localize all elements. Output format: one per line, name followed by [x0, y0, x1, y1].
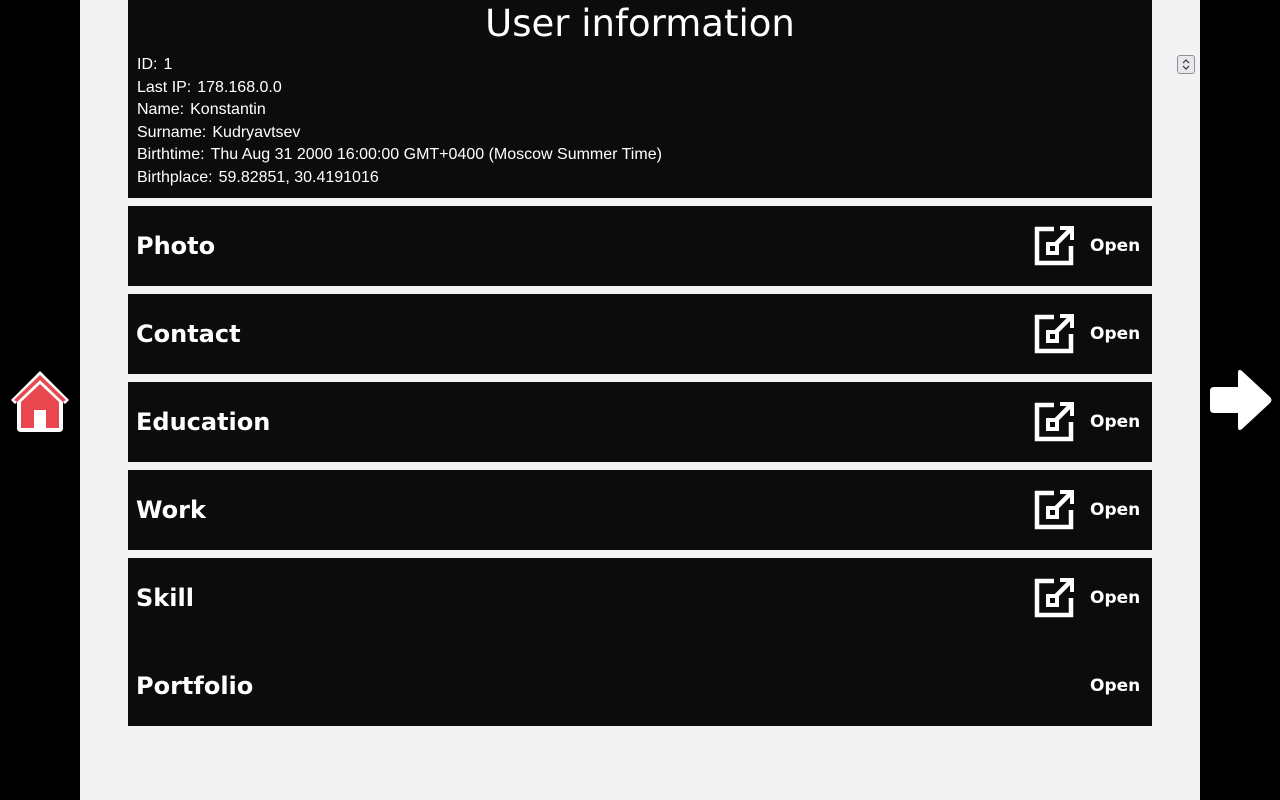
open-button[interactable]: Open: [1090, 206, 1140, 286]
open-button[interactable]: Open: [1090, 294, 1140, 374]
stepper-arrows-icon: [1182, 59, 1190, 70]
section-contact: Contact Open: [128, 294, 1152, 374]
field-value: 178.168.0.0: [197, 78, 282, 96]
home-icon: [11, 371, 69, 432]
section-title: Contact: [136, 320, 241, 348]
open-button[interactable]: Open: [1090, 382, 1140, 462]
field-value: Kudryavtsev: [212, 123, 301, 141]
section-title-skill: Skill: [136, 584, 194, 612]
field-value: Konstantin: [190, 101, 266, 119]
user-info-panel: User information ID: 1 Last IP: 178.168.0.…: [128, 0, 1195, 198]
section-title-portfolio: Portfolio: [136, 672, 254, 700]
field-label: ID:: [137, 56, 158, 73]
field-birthtime: Birthtime: Thu Aug 31 2000 16:00:00 GMT+0…: [137, 144, 662, 167]
arrow-right-icon: [1210, 369, 1272, 431]
field-last-ip: Last IP: 178.168.0.0: [137, 77, 662, 100]
field-surname: Surname: Kudryavtsev: [137, 122, 662, 145]
field-label: Last IP:: [137, 78, 192, 96]
user-fields: ID: 1 Last IP: 178.168.0.0 Name: Konstantin…: [137, 54, 662, 190]
page-title: User information: [485, 2, 795, 45]
home-button[interactable]: [8, 368, 72, 432]
field-value: Thu Aug 31 2000 16:00:00 GMT+0400 (Mosco…: [210, 146, 662, 164]
external-link-icon[interactable]: [1033, 313, 1075, 355]
section-photo: Photo Open: [128, 206, 1152, 286]
section-skill-portfolio-block: Skill Open Portfolio Open: [128, 558, 1152, 726]
external-link-icon[interactable]: [1033, 225, 1075, 267]
section-title: Work: [136, 496, 206, 524]
section-title: Education: [136, 408, 271, 436]
field-value: 59.82851, 30.4191016: [218, 168, 379, 186]
field-id: ID: 1: [137, 54, 662, 77]
field-label: Surname:: [137, 123, 207, 141]
field-name: Name: Konstantin: [137, 99, 662, 122]
external-link-icon[interactable]: [1033, 401, 1075, 443]
open-button[interactable]: Open: [1090, 470, 1140, 550]
open-button-portfolio[interactable]: Open: [1090, 646, 1140, 726]
open-button-skill[interactable]: Open: [1090, 558, 1140, 638]
field-label: Birthtime:: [137, 146, 205, 164]
id-stepper[interactable]: [1177, 55, 1195, 74]
external-link-icon[interactable]: [1033, 489, 1075, 531]
field-label: Name:: [137, 101, 185, 119]
next-button[interactable]: [1208, 368, 1272, 432]
section-title: Photo: [136, 232, 216, 260]
field-value: 1: [163, 56, 173, 73]
field-label: Birthplace:: [137, 168, 213, 186]
field-birthplace: Birthplace: 59.82851, 30.4191016: [137, 167, 662, 190]
section-education: Education Open: [128, 382, 1152, 462]
section-work: Work Open: [128, 470, 1152, 550]
external-link-icon[interactable]: [1033, 577, 1075, 619]
